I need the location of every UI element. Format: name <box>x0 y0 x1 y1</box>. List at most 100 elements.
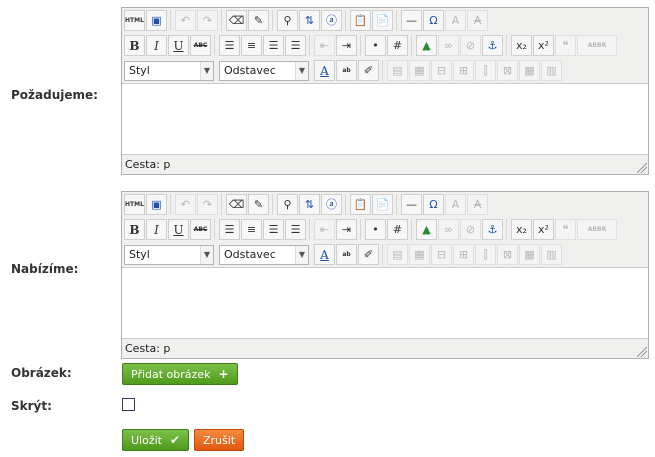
font-color-off-icon[interactable]: A <box>445 194 466 215</box>
html-source-button[interactable]: HTML <box>124 194 145 215</box>
save-button[interactable]: Uložit ✔ <box>122 429 190 451</box>
table-merge-icon[interactable]: ⊞ <box>453 244 474 265</box>
subscript-button[interactable]: x₂ <box>511 35 532 56</box>
image-icon[interactable]: ▲ <box>416 35 437 56</box>
indent-icon[interactable]: ⇥ <box>336 219 357 240</box>
abbr-icon[interactable]: ABBR <box>577 35 617 56</box>
table-cell-icon[interactable]: ▦ <box>409 244 430 265</box>
unlink-icon[interactable]: ⊘ <box>460 35 481 56</box>
bullet-list-icon[interactable]: • <box>365 219 386 240</box>
underline-button[interactable]: U <box>168 219 189 240</box>
anchor-icon[interactable]: ⚓ <box>482 35 503 56</box>
indent-icon[interactable]: ⇥ <box>336 35 357 56</box>
replace-icon[interactable]: ⇅ <box>299 194 320 215</box>
editor-text-area[interactable] <box>122 83 648 155</box>
fullscreen-icon[interactable]: ▣ <box>146 194 167 215</box>
html-source-button[interactable]: HTML <box>124 10 145 31</box>
edit-attributes-icon[interactable]: ✐ <box>358 60 379 81</box>
redo-icon[interactable]: ↷ <box>197 10 218 31</box>
special-char-button[interactable]: Ω <box>423 194 444 215</box>
link-icon[interactable]: ∞ <box>438 35 459 56</box>
superscript-button[interactable]: x² <box>533 219 554 240</box>
underline-button[interactable]: U <box>168 35 189 56</box>
find-icon[interactable]: ⚲ <box>277 194 298 215</box>
paste-text-icon[interactable]: 📋 <box>350 194 371 215</box>
unlink-icon[interactable]: ⊘ <box>460 219 481 240</box>
format-select[interactable]: Odstavec ▼ <box>219 244 309 265</box>
abbr-icon[interactable]: ABBR <box>577 219 617 240</box>
editor-text-area[interactable] <box>122 267 648 339</box>
bullet-list-icon[interactable]: • <box>365 35 386 56</box>
align-justify-icon[interactable]: ☰ <box>285 219 306 240</box>
table-props-icon[interactable]: ▦ <box>519 244 540 265</box>
font-strike-off-icon[interactable]: A <box>467 194 488 215</box>
resize-handle-icon[interactable] <box>637 163 647 173</box>
blockquote-icon[interactable]: ❝ <box>555 219 576 240</box>
paste-word-icon[interactable]: 📄 <box>372 10 393 31</box>
replace-icon[interactable]: ⇅ <box>299 10 320 31</box>
format-select[interactable]: Odstavec ▼ <box>219 60 309 81</box>
align-center-icon[interactable]: ≡ <box>241 35 262 56</box>
style-select[interactable]: Styl ▼ <box>124 60 214 81</box>
font-color-off-icon[interactable]: A <box>445 10 466 31</box>
strikethrough-button[interactable]: ABC <box>190 35 211 56</box>
numbered-list-icon[interactable]: # <box>387 219 408 240</box>
subscript-button[interactable]: x₂ <box>511 219 532 240</box>
link-icon[interactable]: ∞ <box>438 219 459 240</box>
superscript-button[interactable]: x² <box>533 35 554 56</box>
undo-icon[interactable]: ↶ <box>175 10 196 31</box>
font-strike-off-icon[interactable]: A <box>467 10 488 31</box>
resize-handle-icon[interactable] <box>637 347 647 357</box>
align-right-icon[interactable]: ☰ <box>263 35 284 56</box>
align-justify-icon[interactable]: ☰ <box>285 35 306 56</box>
table-col-icon[interactable]: ⫿ <box>475 60 496 81</box>
table-merge-icon[interactable]: ⊞ <box>453 60 474 81</box>
fullscreen-icon[interactable]: ▣ <box>146 10 167 31</box>
select-all-icon[interactable]: ⓐ <box>321 10 342 31</box>
strikethrough-button[interactable]: ABC <box>190 219 211 240</box>
anchor-icon[interactable]: ⚓ <box>482 219 503 240</box>
style-select[interactable]: Styl ▼ <box>124 244 214 265</box>
table-row-icon[interactable]: ▤ <box>387 60 408 81</box>
text-color-button[interactable]: A <box>314 60 335 81</box>
table-row-icon[interactable]: ▤ <box>387 244 408 265</box>
bold-button[interactable]: B <box>124 219 145 240</box>
redo-icon[interactable]: ↷ <box>197 194 218 215</box>
cancel-button[interactable]: Zrušit <box>194 429 245 451</box>
align-right-icon[interactable]: ☰ <box>263 219 284 240</box>
hide-checkbox[interactable] <box>122 398 135 411</box>
eraser-icon[interactable]: ⌫ <box>226 194 247 215</box>
align-left-icon[interactable]: ☰ <box>219 219 240 240</box>
bold-button[interactable]: B <box>124 35 145 56</box>
special-char-button[interactable]: Ω <box>423 10 444 31</box>
cleanup-icon[interactable]: ✎ <box>248 10 269 31</box>
table-split-icon[interactable]: ⊟ <box>431 244 452 265</box>
horizontal-rule-icon[interactable]: — <box>401 194 422 215</box>
outdent-icon[interactable]: ⇤ <box>314 219 335 240</box>
cleanup-icon[interactable]: ✎ <box>248 194 269 215</box>
horizontal-rule-icon[interactable]: — <box>401 10 422 31</box>
table-del-icon[interactable]: ⊠ <box>497 60 518 81</box>
select-all-icon[interactable]: ⓐ <box>321 194 342 215</box>
text-color-button[interactable]: A <box>314 244 335 265</box>
table-props-icon[interactable]: ▦ <box>519 60 540 81</box>
table-del-icon[interactable]: ⊠ <box>497 244 518 265</box>
find-icon[interactable]: ⚲ <box>277 10 298 31</box>
table-insert-icon[interactable]: ▥ <box>541 244 562 265</box>
bg-color-button[interactable]: ab <box>336 244 357 265</box>
eraser-icon[interactable]: ⌫ <box>226 10 247 31</box>
edit-attributes-icon[interactable]: ✐ <box>358 244 379 265</box>
undo-icon[interactable]: ↶ <box>175 194 196 215</box>
numbered-list-icon[interactable]: # <box>387 35 408 56</box>
align-left-icon[interactable]: ☰ <box>219 35 240 56</box>
blockquote-icon[interactable]: ❝ <box>555 35 576 56</box>
table-split-icon[interactable]: ⊟ <box>431 60 452 81</box>
table-col-icon[interactable]: ⫿ <box>475 244 496 265</box>
bg-color-button[interactable]: ab <box>336 60 357 81</box>
align-center-icon[interactable]: ≡ <box>241 219 262 240</box>
table-cell-icon[interactable]: ▦ <box>409 60 430 81</box>
italic-button[interactable]: I <box>146 35 167 56</box>
paste-text-icon[interactable]: 📋 <box>350 10 371 31</box>
add-image-button[interactable]: Přidat obrázek + <box>122 363 238 385</box>
image-icon[interactable]: ▲ <box>416 219 437 240</box>
